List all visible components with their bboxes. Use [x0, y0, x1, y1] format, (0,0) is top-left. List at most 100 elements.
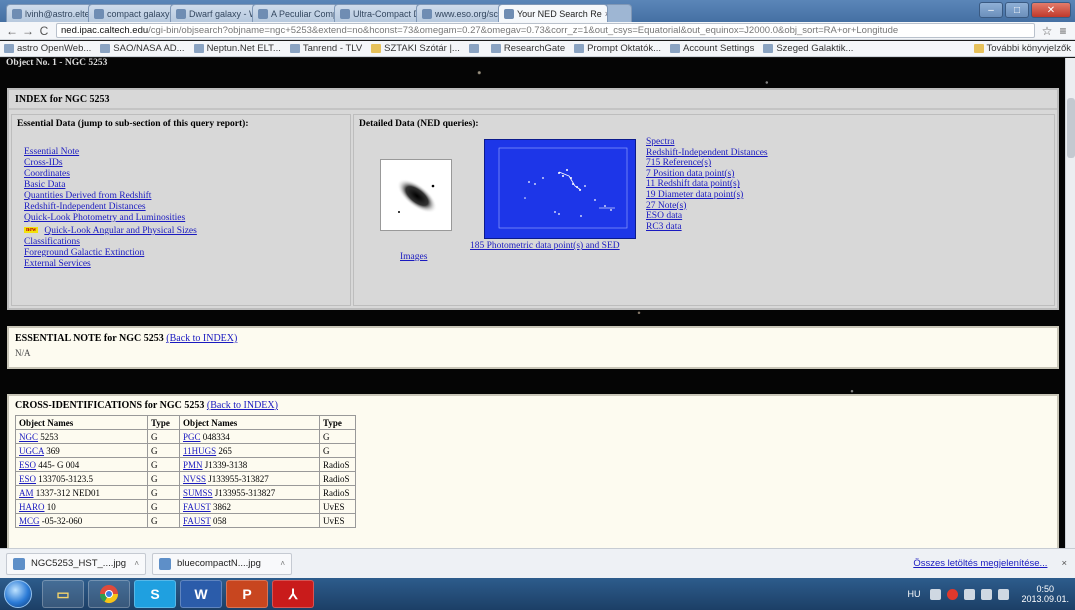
browser-tab[interactable]: www.eso.org/sci/pu× — [416, 4, 502, 22]
word-icon[interactable]: W — [180, 580, 222, 608]
catalog-link[interactable]: FAUST — [183, 502, 211, 512]
detailed-link[interactable]: 27 Note(s) — [646, 201, 768, 212]
type-cell: RadioS — [319, 457, 356, 472]
clock-date: 2013.09.01. — [1021, 594, 1069, 604]
bookmark-item[interactable]: SAO/NASA AD... — [100, 43, 185, 54]
catalog-link[interactable]: UGCA — [19, 446, 44, 456]
sed-plot-image[interactable] — [484, 139, 636, 239]
bookmark-icon — [193, 44, 204, 53]
bookmark-star-icon[interactable]: ☆ — [1039, 23, 1055, 39]
browser-tab-active[interactable]: Your NED Search Re× — [498, 4, 608, 22]
detailed-link[interactable]: 19 Diameter data point(s) — [646, 190, 768, 201]
network-icon[interactable] — [981, 588, 993, 600]
chevron-down-icon[interactable]: ˄ — [280, 559, 285, 568]
catalog-link[interactable]: HARO — [19, 502, 45, 512]
antivirus-icon[interactable] — [947, 588, 959, 600]
catalog-link[interactable]: ESO — [19, 474, 36, 484]
chevron-down-icon[interactable]: ˄ — [134, 559, 139, 568]
detailed-link[interactable]: 715 Reference(s) — [646, 158, 768, 169]
catalog-link[interactable]: PGC — [183, 432, 201, 442]
bookmark-item[interactable]: Account Settings — [670, 43, 754, 54]
start-button-icon[interactable] — [4, 580, 32, 608]
bookmark-item[interactable]: SZTAKI Szótár |... — [371, 43, 460, 54]
bookmark-item[interactable]: astro OpenWeb... — [4, 43, 91, 54]
detailed-link[interactable]: Redshift-Independent Distances — [646, 148, 768, 159]
bookmark-item[interactable] — [468, 44, 482, 53]
table-row: ESO 133705-3123.5 G NVSS J133955-313827 … — [15, 471, 356, 486]
other-bookmarks-folder[interactable]: További könyvjelzők — [973, 43, 1071, 54]
menu-icon[interactable]: ≡ — [1055, 23, 1071, 39]
scrollbar-thumb[interactable] — [1067, 98, 1075, 158]
skype-icon[interactable]: S — [134, 580, 176, 608]
detailed-link[interactable]: RC3 data — [646, 222, 768, 233]
browser-tab[interactable]: compact galaxy pdf× — [88, 4, 174, 22]
bookmark-item[interactable]: Tanrend - TLV — [289, 43, 362, 54]
bookmark-item[interactable]: ResearchGate — [490, 43, 565, 54]
essential-link[interactable]: Redshift-Independent Distances — [24, 202, 350, 213]
catalog-link[interactable]: ESO — [19, 460, 36, 470]
back-to-index-link[interactable]: (Back to INDEX) — [166, 333, 237, 344]
download-item[interactable]: bluecompactN....jpg ˄ — [152, 552, 292, 575]
maximize-icon[interactable]: □ — [1005, 2, 1029, 18]
reload-icon[interactable]: C — [36, 23, 52, 39]
back-to-index-link[interactable]: (Back to INDEX) — [207, 400, 278, 411]
galaxy-thumbnail-image[interactable] — [380, 159, 452, 231]
page-scrollbar[interactable] — [1065, 58, 1075, 548]
browser-tab[interactable]: A Peculiar Compact× — [252, 4, 338, 22]
essential-link[interactable]: Classifications — [24, 237, 350, 248]
essential-link[interactable]: Coordinates — [24, 169, 350, 180]
catalog-link[interactable]: SUMSS — [183, 488, 213, 498]
browser-tab[interactable]: Dwarf galaxy - Wiki× — [170, 4, 256, 22]
volume-icon[interactable] — [998, 588, 1010, 600]
chrome-icon[interactable] — [88, 580, 130, 608]
browser-tab[interactable]: Ultra-Compact Dwa× — [334, 4, 420, 22]
catalog-link[interactable]: AM — [19, 488, 34, 498]
window-close-icon[interactable]: ✕ — [1031, 2, 1071, 18]
powerpoint-icon[interactable]: P — [226, 580, 268, 608]
catalog-link[interactable]: 11HUGS — [183, 446, 216, 456]
tab-close-icon[interactable]: × — [602, 9, 607, 19]
detailed-link[interactable]: 7 Position data point(s) — [646, 169, 768, 180]
essential-link[interactable]: Basic Data — [24, 180, 350, 191]
clock[interactable]: 0:50 2013.09.01. — [1021, 584, 1069, 604]
show-all-downloads-link[interactable]: Összes letöltés megjelenítése... — [913, 558, 1047, 569]
bookmark-item[interactable]: Prompt Oktatók... — [574, 43, 661, 54]
tab-favicon-icon — [94, 8, 104, 19]
index-box: INDEX for NGC 5253 Essential Data (jump … — [7, 88, 1059, 310]
flag-icon[interactable] — [964, 588, 976, 600]
bookmark-item[interactable]: Szeged Galaktik... — [763, 43, 853, 54]
minimize-icon[interactable]: – — [979, 2, 1003, 18]
detailed-data-heading: Detailed Data (NED queries): — [359, 119, 479, 129]
detailed-link[interactable]: 11 Redshift data point(s) — [646, 179, 768, 190]
browser-tab[interactable]: lvinh@astro.elte.hu× — [6, 4, 92, 22]
downloads-close-icon[interactable]: × — [1061, 558, 1067, 569]
forward-arrow-icon[interactable]: → — [20, 23, 36, 39]
catalog-link[interactable]: NGC — [19, 432, 38, 442]
bookmark-item[interactable]: Neptun.Net ELT... — [193, 43, 281, 54]
table-row: UGCA 369 G 11HUGS 265 G — [15, 443, 356, 458]
back-arrow-icon[interactable]: ← — [4, 23, 20, 39]
catalog-link[interactable]: FAUST — [183, 516, 211, 526]
tray-app-icon[interactable] — [930, 588, 942, 600]
essential-link[interactable]: Foreground Galactic Extinction — [24, 248, 350, 259]
essential-link[interactable]: Quick-Look Photometry and Luminosities — [24, 213, 350, 224]
essential-link[interactable]: External Services — [24, 259, 350, 270]
essential-link[interactable]: Quantities Derived from Redshift — [24, 191, 350, 202]
language-indicator[interactable]: HU — [907, 589, 920, 599]
new-tab-button[interactable] — [604, 4, 632, 22]
essential-link[interactable]: Cross-IDs — [24, 158, 350, 169]
essential-link[interactable]: Quick-Look Angular and Physical Sizes — [44, 226, 197, 236]
detailed-link[interactable]: Spectra — [646, 137, 768, 148]
address-bar[interactable]: ned.ipac.caltech.edu/cgi-bin/objsearch?o… — [56, 23, 1035, 38]
catalog-link[interactable]: PMN — [183, 460, 203, 470]
images-link[interactable]: Images — [400, 252, 427, 262]
essential-link[interactable]: Essential Note — [24, 147, 350, 158]
download-item[interactable]: NGC5253_HST_....jpg ˄ — [6, 552, 146, 575]
file-explorer-icon[interactable]: ▭ — [42, 580, 84, 608]
catalog-link[interactable]: NVSS — [183, 474, 206, 484]
folder-icon — [973, 44, 984, 53]
photometric-data-link[interactable]: 185 Photometric data point(s) and SED — [470, 241, 620, 251]
catalog-link[interactable]: MCG — [19, 516, 40, 526]
detailed-link[interactable]: ESO data — [646, 211, 768, 222]
acrobat-reader-icon[interactable]: ⅄ — [272, 580, 314, 608]
